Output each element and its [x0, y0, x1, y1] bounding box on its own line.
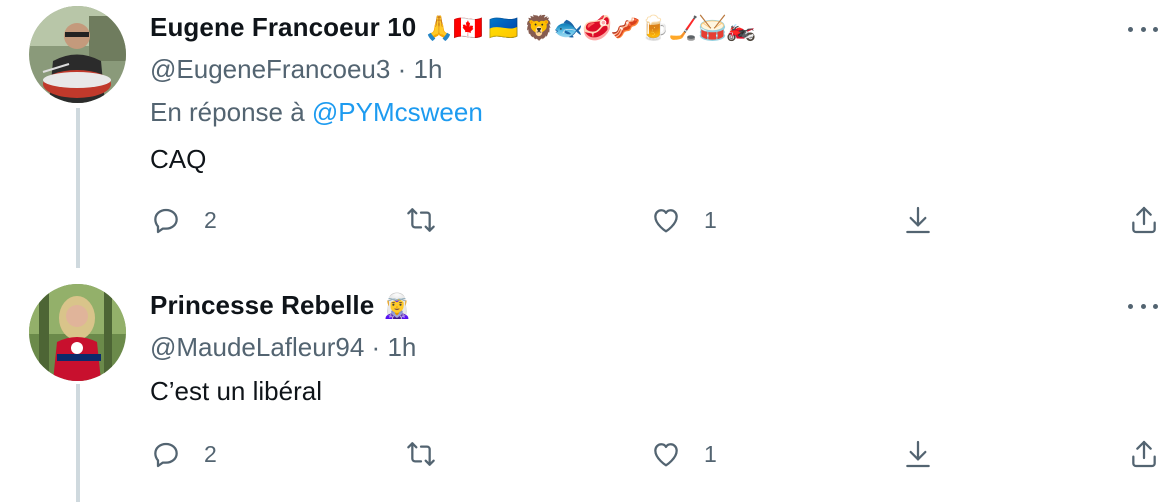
- handle[interactable]: @EugeneFrancoeu3: [150, 54, 390, 84]
- like-count: 1: [704, 440, 717, 467]
- name-emojis: 🙏🇨🇦 🇺🇦 🦁🐟🥩🥓🍺🏒🥁🏍️: [424, 13, 756, 42]
- reply-mention-link[interactable]: @PYMcsween: [312, 97, 483, 127]
- like-count: 1: [704, 206, 717, 233]
- like-button[interactable]: 1: [650, 434, 717, 474]
- download-button[interactable]: [902, 434, 934, 474]
- thread-line: [76, 108, 80, 268]
- arrow-down-icon: [906, 206, 930, 234]
- retweet-button[interactable]: [405, 434, 459, 474]
- reply-button[interactable]: 2: [150, 200, 217, 240]
- tweet[interactable]: Eugene Francoeur 10 🙏🇨🇦 🇺🇦 🦁🐟🥩🥓🍺🏒🥁🏍️ @Eu…: [0, 0, 1174, 268]
- heart-icon: [654, 443, 678, 467]
- reply-icon: [154, 442, 178, 468]
- separator: ·: [371, 332, 381, 362]
- separator: ·: [397, 54, 407, 84]
- timestamp[interactable]: 1h: [387, 332, 416, 362]
- avatar-photo: [29, 6, 126, 103]
- retweet-icon: [407, 442, 435, 466]
- reply-context: En réponse à @PYMcsween: [150, 97, 483, 128]
- more-options-button[interactable]: [1128, 19, 1158, 39]
- reply-count: 2: [204, 440, 217, 467]
- display-name[interactable]: Eugene Francoeur 10: [150, 12, 416, 43]
- action-bar: 2 1: [150, 200, 1160, 240]
- download-button[interactable]: [902, 200, 934, 240]
- retweet-button[interactable]: [405, 200, 459, 240]
- arrow-down-icon: [906, 440, 930, 468]
- dot-icon: [1153, 26, 1158, 32]
- share-icon: [1132, 440, 1156, 468]
- dot-icon: [1153, 303, 1158, 309]
- timestamp[interactable]: 1h: [413, 54, 442, 84]
- avatar[interactable]: [29, 284, 126, 381]
- dot-icon: [1128, 303, 1133, 309]
- name-emojis: 🧝‍♀️: [382, 291, 412, 320]
- dot-icon: [1140, 303, 1146, 309]
- more-options-button[interactable]: [1128, 296, 1158, 316]
- handle[interactable]: @MaudeLafleur94: [150, 332, 364, 362]
- share-button[interactable]: [1128, 200, 1160, 240]
- display-name[interactable]: Princesse Rebelle: [150, 290, 374, 321]
- dot-icon: [1140, 26, 1146, 32]
- avatar-photo: [29, 284, 126, 381]
- reply-button[interactable]: 2: [150, 434, 217, 474]
- reply-count: 2: [204, 206, 217, 233]
- tweet[interactable]: Princesse Rebelle 🧝‍♀️ @MaudeLafleur94 ·…: [0, 268, 1174, 502]
- share-button[interactable]: [1128, 434, 1160, 474]
- heart-icon: [654, 209, 678, 233]
- reply-prefix: En réponse à: [150, 97, 305, 127]
- dot-icon: [1128, 26, 1133, 32]
- like-button[interactable]: 1: [650, 200, 717, 240]
- tweet-text: CAQ: [150, 144, 207, 174]
- thread-line: [76, 384, 80, 502]
- tweet-text: C’est un libéral: [150, 376, 322, 406]
- reply-icon: [154, 208, 178, 234]
- action-bar: 2 1: [150, 434, 1160, 474]
- retweet-icon: [407, 208, 435, 232]
- avatar[interactable]: [29, 6, 126, 103]
- share-icon: [1132, 206, 1156, 234]
